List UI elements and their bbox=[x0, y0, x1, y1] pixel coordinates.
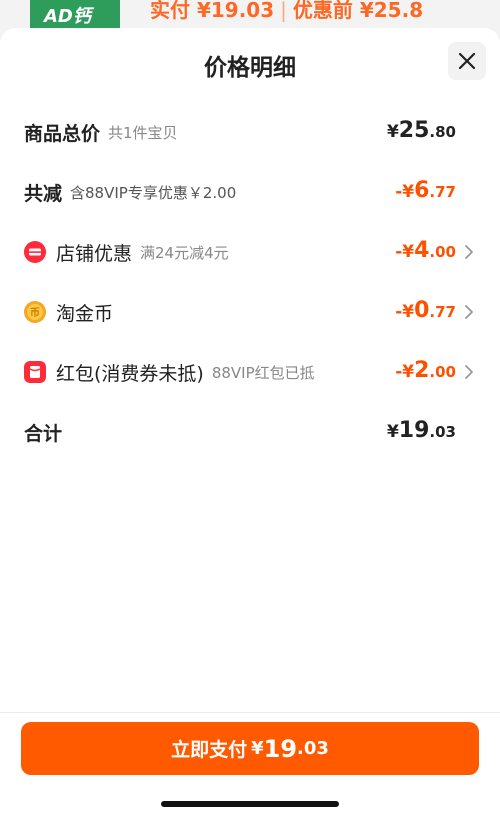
background-pay-label: 实付 ¥19.03 bbox=[150, 0, 275, 22]
amount-currency: ¥ bbox=[386, 422, 399, 442]
amount-currency: ¥ bbox=[386, 122, 399, 142]
goods-count: 共1件宝贝 bbox=[108, 123, 178, 142]
footer-divider bbox=[0, 712, 500, 713]
gold-coin-icon: 币 bbox=[24, 301, 46, 323]
total-discount-amount: -¥ 6.77 bbox=[395, 174, 456, 210]
amount-integer: 0 bbox=[414, 298, 430, 323]
red-packet-label: 红包(消费券未抵) bbox=[56, 362, 204, 385]
shop-discount-rule: 满24元减4元 bbox=[140, 243, 229, 262]
red-packet-note: 88VIP红包已抵 bbox=[211, 363, 315, 382]
shop-discount-row[interactable]: 店铺优惠 满24元减4元 -¥ 4.00 bbox=[24, 234, 476, 270]
amount-currency: -¥ bbox=[395, 302, 415, 322]
chevron-right-icon bbox=[465, 305, 473, 319]
home-indicator bbox=[161, 801, 339, 807]
amount-decimal: .77 bbox=[429, 183, 456, 201]
taojinbi-label: 淘金币 bbox=[56, 302, 114, 325]
amount-integer: 25 bbox=[398, 118, 430, 143]
background-pay-summary: 实付 ¥19.03 | 优惠前 ¥25.8 bbox=[150, 0, 424, 22]
amount-integer: 19 bbox=[398, 418, 430, 443]
amount-currency: -¥ bbox=[395, 242, 415, 262]
taojinbi-row[interactable]: 币 淘金币 -¥ 0.77 bbox=[24, 294, 476, 330]
sheet-title: 价格明细 bbox=[204, 55, 296, 81]
pay-integer: 19 bbox=[263, 734, 298, 763]
total-discount-row: 共减 含88VIP专享优惠￥2.00 -¥ 6.77 bbox=[24, 174, 476, 210]
red-packet-amount: -¥ 2.00 bbox=[395, 354, 456, 390]
amount-decimal: .77 bbox=[429, 303, 456, 321]
total-amount: ¥19.03 bbox=[387, 414, 456, 450]
total-discount-note: 含88VIP专享优惠￥2.00 bbox=[70, 183, 237, 202]
total-row: 合计 ¥19.03 bbox=[24, 414, 476, 450]
amount-decimal: .03 bbox=[429, 423, 456, 441]
shop-coupon-icon bbox=[24, 241, 46, 263]
amount-currency: -¥ bbox=[395, 362, 415, 382]
close-icon bbox=[458, 52, 476, 70]
chevron-right-icon bbox=[465, 245, 473, 259]
amount-decimal: .00 bbox=[429, 363, 456, 381]
total-label: 合计 bbox=[24, 422, 63, 445]
amount-decimal: .00 bbox=[429, 243, 456, 261]
red-packet-icon bbox=[24, 361, 46, 383]
goods-total-label: 商品总价 bbox=[24, 122, 101, 145]
red-packet-row[interactable]: 红包(消费券未抵) 88VIP红包已抵 -¥ 2.00 bbox=[24, 354, 476, 390]
svg-text:币: 币 bbox=[30, 307, 40, 319]
product-thumbnail-text: AD钙 bbox=[44, 6, 91, 27]
background-pre-discount: 优惠前 ¥25.8 bbox=[292, 0, 424, 22]
shop-discount-label: 店铺优惠 bbox=[56, 242, 133, 265]
close-button[interactable] bbox=[448, 42, 486, 80]
amount-decimal: .80 bbox=[429, 123, 456, 141]
chevron-right-icon bbox=[465, 365, 473, 379]
goods-total-amount: ¥25.80 bbox=[387, 114, 456, 150]
amount-integer: 4 bbox=[414, 238, 430, 263]
total-discount-label: 共减 bbox=[24, 182, 63, 205]
goods-total-row: 商品总价 共1件宝贝 ¥25.80 bbox=[24, 114, 476, 150]
pay-now-label: 立即支付 bbox=[171, 739, 248, 761]
price-detail-sheet: 价格明细 商品总价 共1件宝贝 ¥25.80 共减 含88VIP专享优惠￥2.0… bbox=[0, 28, 500, 818]
amount-integer: 2 bbox=[414, 358, 430, 383]
pay-currency: ¥ bbox=[251, 738, 264, 759]
shop-discount-amount: -¥ 4.00 bbox=[395, 234, 456, 270]
amount-integer: 6 bbox=[414, 178, 430, 203]
taojinbi-amount: -¥ 0.77 bbox=[395, 294, 456, 330]
pay-decimal: .03 bbox=[297, 738, 329, 759]
pay-now-button[interactable]: 立即支付 ¥19.03 bbox=[21, 722, 479, 775]
amount-currency: -¥ bbox=[395, 182, 415, 202]
